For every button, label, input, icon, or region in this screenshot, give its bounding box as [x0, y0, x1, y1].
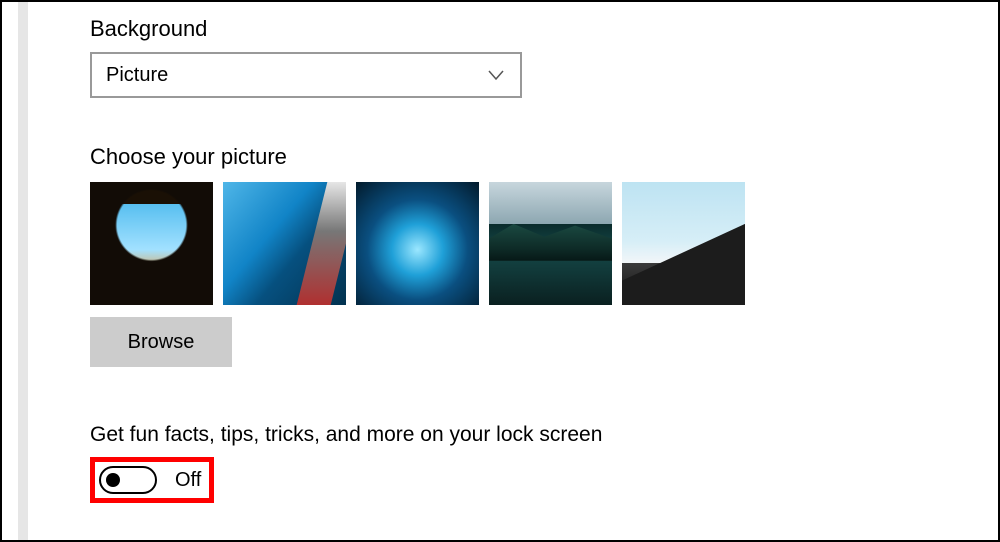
picture-thumbnail[interactable] [356, 182, 479, 305]
toggle-knob [106, 473, 120, 487]
background-dropdown-value: Picture [106, 64, 168, 87]
picture-thumbnails-row [90, 182, 902, 305]
browse-button[interactable]: Browse [90, 317, 232, 367]
picture-thumbnail[interactable] [223, 182, 346, 305]
picture-thumbnail[interactable] [622, 182, 745, 305]
choose-picture-heading: Choose your picture [90, 144, 902, 170]
picture-thumbnail[interactable] [489, 182, 612, 305]
fun-facts-toggle-group: Off [90, 457, 214, 503]
fun-facts-toggle[interactable] [99, 466, 157, 494]
chevron-down-icon [486, 65, 506, 85]
background-dropdown[interactable]: Picture [90, 52, 522, 98]
picture-thumbnail[interactable] [90, 182, 213, 305]
fun-facts-label: Get fun facts, tips, tricks, and more on… [90, 423, 902, 447]
fun-facts-toggle-state: Off [175, 469, 201, 492]
left-gutter [18, 2, 28, 540]
background-label: Background [90, 16, 902, 42]
